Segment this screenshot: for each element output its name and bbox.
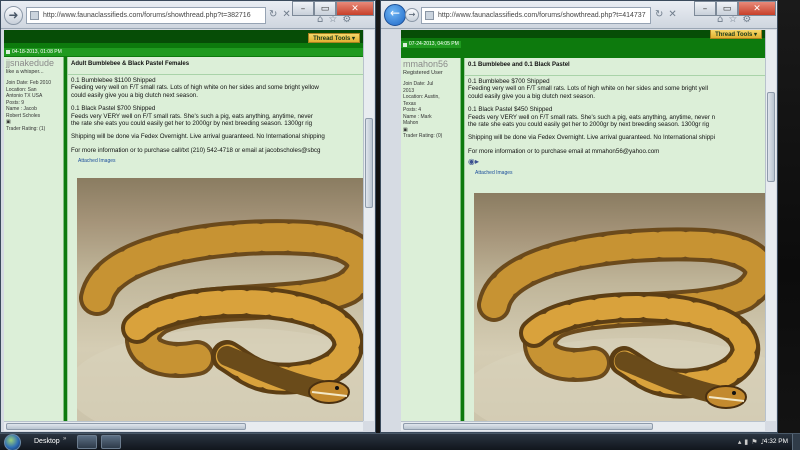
post-line: could easily give you a big clutch next … (468, 92, 595, 100)
snake-photo[interactable] (474, 193, 765, 421)
post-line: 0.1 Black Pastel $450 Shipped (468, 106, 553, 114)
username-link[interactable]: mmahon56 (401, 58, 460, 70)
user-panel: mmahon56 Registered User Join Date: Jul … (401, 58, 461, 421)
post-line: Shipping will be done via Fedex Overnigh… (71, 133, 325, 141)
maximize-icon[interactable]: ▭ (716, 1, 738, 16)
window-caption-buttons: – ▭ ✕ (292, 1, 374, 16)
maximize-icon[interactable]: ▭ (314, 1, 336, 16)
address-url: http://www.faunaclassifieds.com/forums/s… (438, 12, 646, 19)
clock[interactable]: 4:32 PM (764, 438, 788, 445)
page-viewport: Thread Tools ▾ 07-24-2013, 04:05 PM mmah… (401, 30, 765, 421)
taskbar-app-button[interactable] (101, 435, 121, 449)
post-line: the rate she eats you could easily get h… (71, 120, 313, 128)
window-caption-buttons: – ▭ ✕ (694, 1, 776, 16)
post-line: could easily give you a big clutch next … (71, 91, 198, 99)
address-bar[interactable]: http://www.faunaclassifieds.com/forums/s… (26, 7, 266, 24)
user-info: Join Date: Jul 2013 Location: Austin, Te… (401, 81, 460, 140)
post-line: Feeds very VERY well on F/T small rats. … (71, 112, 313, 120)
desktop-chevron-icon[interactable]: » (63, 436, 66, 442)
attached-images-label: Attached Images (78, 158, 116, 165)
favicon-icon (425, 11, 434, 20)
start-orb-icon[interactable] (4, 434, 21, 450)
username-link[interactable]: jjsnakedude (4, 57, 63, 69)
attached-images-label: Attached Images (475, 170, 513, 177)
post-line: 0.1 Black Pastel $700 Shipped (71, 105, 156, 113)
post-title: 0.1 Bumblebee and 0.1 Black Pastel (465, 58, 765, 76)
back-arrow-icon[interactable]: ➜ (4, 6, 23, 25)
user-panel: jjsnakedude like a whisper... Join Date:… (4, 57, 64, 421)
post-line: For more information or to purchase call… (71, 146, 321, 154)
refresh-icon[interactable]: ↻ (269, 9, 282, 20)
post-line: Feeding very well on F/T small rats. Lot… (71, 84, 319, 92)
post-line: Feeding very well on F/T small rats. Lot… (468, 85, 708, 93)
toolbar-icons: ↻✕ (655, 9, 682, 20)
thread-tools-button[interactable]: Thread Tools ▾ (308, 33, 360, 43)
hscroll-thumb[interactable] (403, 423, 653, 430)
horizontal-scrollbar[interactable] (401, 421, 765, 431)
post-line: the rate she eats you could easily get h… (468, 121, 710, 129)
post-line: Feeds very VERY well on F/T small rats. … (468, 113, 716, 121)
scrollbar-thumb[interactable] (365, 118, 373, 208)
scrollbar-thumb[interactable] (767, 92, 775, 182)
vertical-scrollbar[interactable] (765, 30, 776, 421)
thread-tools-button[interactable]: Thread Tools ▾ (710, 30, 762, 39)
forward-arrow-icon[interactable]: → (405, 8, 419, 22)
favicon-icon (30, 11, 39, 20)
user-title: like a whisper... (6, 69, 44, 75)
taskbar-browser-button[interactable] (77, 435, 97, 449)
desktop-toolbar-label[interactable]: Desktop (34, 438, 60, 445)
refresh-icon[interactable]: ↻ (655, 9, 668, 20)
minimize-icon[interactable]: – (292, 1, 314, 16)
post-title: Adult Bumblebee & Black Pastel Females (68, 57, 363, 75)
horizontal-scrollbar[interactable] (4, 421, 363, 431)
user-info-line: Trader Rating: (0) (403, 133, 443, 139)
back-arrow-icon[interactable]: ← (384, 4, 406, 26)
user-info-line: Trader Rating: (1) (6, 125, 46, 132)
show-desktop-button[interactable] (792, 434, 800, 450)
address-url: http://www.faunaclassifieds.com/forums/s… (43, 12, 251, 19)
post-line: 0.1 Bumblebee $1100 Shipped (71, 77, 156, 84)
taskbar: Desktop » ▴▮⚑♪ 4:32 PM (0, 433, 800, 450)
stop-icon[interactable]: ✕ (668, 9, 681, 20)
flag-icon[interactable]: ⚑ (751, 438, 760, 446)
post-line: Shipping will be done via Fedex Overnigh… (468, 134, 715, 142)
post-line: For more information or to purchase emai… (468, 147, 660, 155)
ball-python-image (474, 227, 765, 421)
minimize-icon[interactable]: – (694, 1, 716, 16)
address-bar[interactable]: http://www.faunaclassifieds.com/forums/s… (421, 7, 651, 24)
browser-window-right: ← → http://www.faunaclassifieds.com/foru… (380, 0, 778, 433)
browser-toolbar: ➜ http://www.faunaclassifieds.com/forums… (1, 1, 375, 29)
hscroll-thumb[interactable] (6, 423, 246, 430)
ball-python-image (77, 219, 363, 421)
post-date: 07-24-2013, 04:05 PM (401, 41, 461, 48)
close-icon[interactable]: ✕ (336, 1, 374, 16)
page-viewport: Thread Tools ▾ 04-18-2013, 01:08 PM jjsn… (4, 30, 363, 421)
user-info: Join Date: Feb 2010 Location: San Antoni… (4, 80, 63, 132)
browser-window-left: ➜ http://www.faunaclassifieds.com/forums… (0, 0, 376, 433)
media-player-icon[interactable]: ◉▸ (468, 157, 765, 166)
post-line: 0.1 Bumblebee $700 Shipped (468, 78, 550, 85)
snake-photo[interactable] (77, 178, 363, 421)
browser-toolbar: ← → http://www.faunaclassifieds.com/foru… (381, 1, 777, 29)
post-date: 04-18-2013, 01:08 PM (4, 48, 363, 56)
close-icon[interactable]: ✕ (738, 1, 776, 16)
vertical-scrollbar[interactable] (363, 30, 374, 421)
user-title: Registered User (403, 70, 443, 76)
